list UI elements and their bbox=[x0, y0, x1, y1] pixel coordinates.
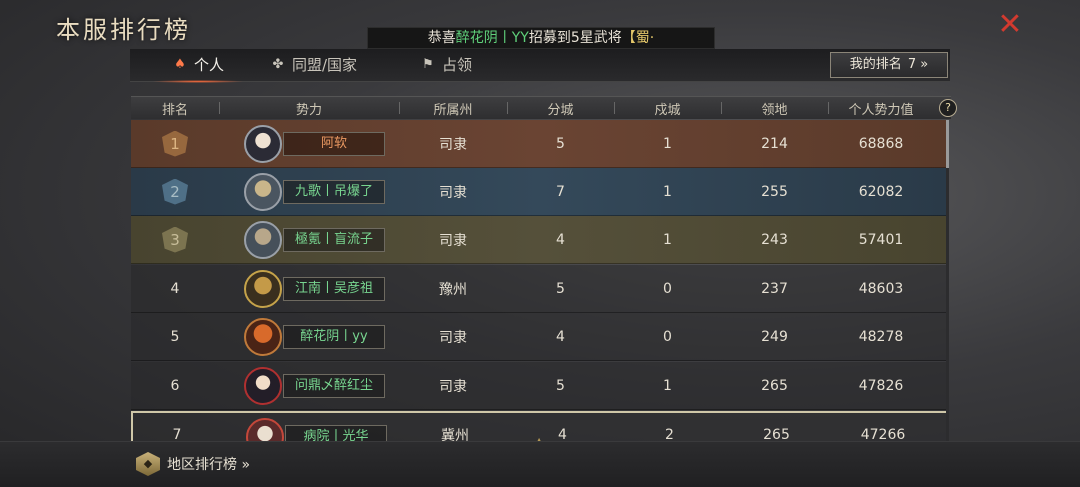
header-power: 个人势力值 bbox=[848, 102, 914, 118]
avatar[interactable] bbox=[244, 221, 282, 259]
scrollbar-thumb[interactable] bbox=[946, 120, 949, 168]
cell-state: 司隶 bbox=[439, 329, 467, 346]
cell-sub-cities: 4 bbox=[556, 231, 565, 248]
region-ranking-link[interactable]: 地区排行榜 » bbox=[167, 454, 250, 474]
player-name[interactable]: 问鼎乄醉红尘 bbox=[283, 374, 385, 398]
page-title: 本服排行榜 bbox=[56, 16, 191, 44]
cell-state: 司隶 bbox=[439, 232, 467, 249]
player-name[interactable]: 醉花阴丨yy bbox=[283, 325, 385, 349]
marquee-prefix: 恭喜 bbox=[427, 30, 456, 46]
player-name[interactable]: 極氪丨盲流子 bbox=[283, 228, 385, 252]
cell-territory: 243 bbox=[761, 231, 788, 248]
my-rank-button[interactable]: 我的排名 7 » bbox=[830, 52, 948, 78]
region-emblem-icon[interactable]: ◆ bbox=[136, 452, 160, 476]
cell-guard-cities: 1 bbox=[663, 135, 672, 152]
marquee-middle: 招募到5星武将 bbox=[528, 30, 622, 46]
tab-label: 同盟/国家 bbox=[292, 56, 358, 74]
player-name[interactable]: 江南丨吴彦祖 bbox=[283, 277, 385, 301]
rank-medal-icon: 1 bbox=[162, 131, 188, 157]
cell-sub-cities: 7 bbox=[556, 183, 565, 200]
tab-alliance[interactable]: ✤ 同盟/国家 bbox=[270, 49, 358, 81]
announcement-marquee: 恭喜醉花阴丨YY招募到5星武将【蜀· bbox=[367, 27, 715, 49]
table-header: 排名 势力 所属州 分城 戍城 领地 个人势力值 ? bbox=[131, 96, 957, 119]
table-row[interactable]: 1 阿软 司隶 5 1 214 68868 bbox=[131, 120, 949, 168]
cell-territory: 237 bbox=[761, 280, 788, 297]
marquee-tag: 【蜀· bbox=[621, 30, 655, 46]
header-sub-cities: 分城 bbox=[547, 102, 574, 118]
tab-personal[interactable]: ♠ 个人 bbox=[151, 49, 245, 83]
cell-territory: 214 bbox=[761, 135, 788, 152]
cell-rank: 6 bbox=[170, 377, 180, 394]
table-row[interactable]: 5 醉花阴丨yy 司隶 4 0 249 48278 bbox=[131, 313, 949, 361]
table-row[interactable]: 6 问鼎乄醉红尘 司隶 5 1 265 47826 bbox=[131, 362, 949, 410]
header-faction: 势力 bbox=[295, 102, 322, 118]
cell-sub-cities: 5 bbox=[556, 135, 565, 152]
cell-power: 48603 bbox=[858, 280, 904, 297]
tab-label: 个人 bbox=[194, 56, 225, 74]
table-row[interactable]: 4 江南丨吴彦祖 豫州 5 0 237 48603 bbox=[131, 265, 949, 313]
cell-state: 司隶 bbox=[439, 184, 467, 201]
header-territory: 领地 bbox=[761, 102, 788, 118]
cell-power: 68868 bbox=[858, 135, 904, 152]
cell-territory: 265 bbox=[763, 426, 790, 442]
tab-bar: ♠ 个人 ✤ 同盟/国家 ⚑ 占领 bbox=[130, 49, 950, 83]
help-icon[interactable]: ? bbox=[939, 99, 957, 117]
cell-sub-cities: 4 bbox=[556, 328, 565, 345]
header-state: 所属州 bbox=[433, 102, 473, 118]
avatar[interactable] bbox=[244, 173, 282, 211]
cell-sub-cities: 5 bbox=[556, 377, 565, 394]
cell-territory: 249 bbox=[761, 328, 788, 345]
rank-medal-icon: 2 bbox=[162, 179, 188, 205]
player-name[interactable]: 病院丨光华 bbox=[285, 425, 387, 441]
cell-power: 57401 bbox=[858, 231, 904, 248]
alliance-icon: ✤ bbox=[272, 57, 284, 72]
header-guard-cities: 戍城 bbox=[654, 102, 681, 118]
flag-icon: ⚑ bbox=[422, 57, 434, 72]
cell-rank: 5 bbox=[170, 328, 180, 345]
cell-power: 47266 bbox=[860, 426, 906, 442]
cell-state: 冀州 bbox=[441, 427, 469, 442]
cell-state: 司隶 bbox=[439, 136, 467, 153]
cell-state: 司隶 bbox=[439, 378, 467, 395]
avatar[interactable] bbox=[244, 125, 282, 163]
cell-state: 豫州 bbox=[439, 281, 467, 298]
cell-sub-cities: 5 bbox=[556, 280, 565, 297]
cell-sub-cities: 4 bbox=[558, 426, 567, 442]
cell-guard-cities: 2 bbox=[665, 426, 674, 442]
marquee-player: 醉花阴丨YY bbox=[455, 30, 529, 46]
cell-power: 47826 bbox=[858, 377, 904, 394]
avatar[interactable] bbox=[244, 270, 282, 308]
cell-rank: 7 bbox=[172, 426, 182, 442]
tab-occupation[interactable]: ⚑ 占领 bbox=[420, 49, 472, 81]
avatar[interactable] bbox=[244, 367, 282, 405]
table-row[interactable]: 3 極氪丨盲流子 司隶 4 1 243 57401 bbox=[131, 216, 949, 264]
avatar[interactable] bbox=[244, 318, 282, 356]
player-name[interactable]: 九歌丨吊爆了 bbox=[283, 180, 385, 204]
my-rank-label: 我的排名 bbox=[849, 57, 902, 72]
my-rank-value: 7 bbox=[907, 57, 917, 72]
scrollbar[interactable] bbox=[946, 120, 949, 441]
player-name[interactable]: 阿软 bbox=[283, 132, 385, 156]
cell-territory: 255 bbox=[761, 183, 788, 200]
person-icon: ♠ bbox=[174, 57, 186, 72]
cell-power: 62082 bbox=[858, 183, 904, 200]
chevron-right-icon: » bbox=[920, 57, 929, 72]
cell-guard-cities: 1 bbox=[663, 377, 672, 394]
tab-label: 占领 bbox=[442, 56, 473, 74]
ranking-list[interactable]: 1 阿软 司隶 5 1 214 68868 2 九歌丨吊爆了 司隶 7 1 25… bbox=[131, 120, 951, 441]
footer-bar: ◆ 地区排行榜 » bbox=[0, 441, 1080, 487]
avatar[interactable] bbox=[246, 418, 284, 441]
table-row[interactable]: 2 九歌丨吊爆了 司隶 7 1 255 62082 bbox=[131, 168, 949, 216]
cell-rank: 4 bbox=[170, 280, 180, 297]
header-rank: 排名 bbox=[161, 102, 188, 118]
cell-guard-cities: 1 bbox=[663, 231, 672, 248]
rank-medal-icon: 3 bbox=[162, 227, 188, 253]
cell-guard-cities: 0 bbox=[663, 328, 672, 345]
cell-guard-cities: 0 bbox=[663, 280, 672, 297]
cell-territory: 265 bbox=[761, 377, 788, 394]
cell-power: 48278 bbox=[858, 328, 904, 345]
close-icon[interactable]: ✕ bbox=[996, 10, 1024, 40]
cell-guard-cities: 1 bbox=[663, 183, 672, 200]
